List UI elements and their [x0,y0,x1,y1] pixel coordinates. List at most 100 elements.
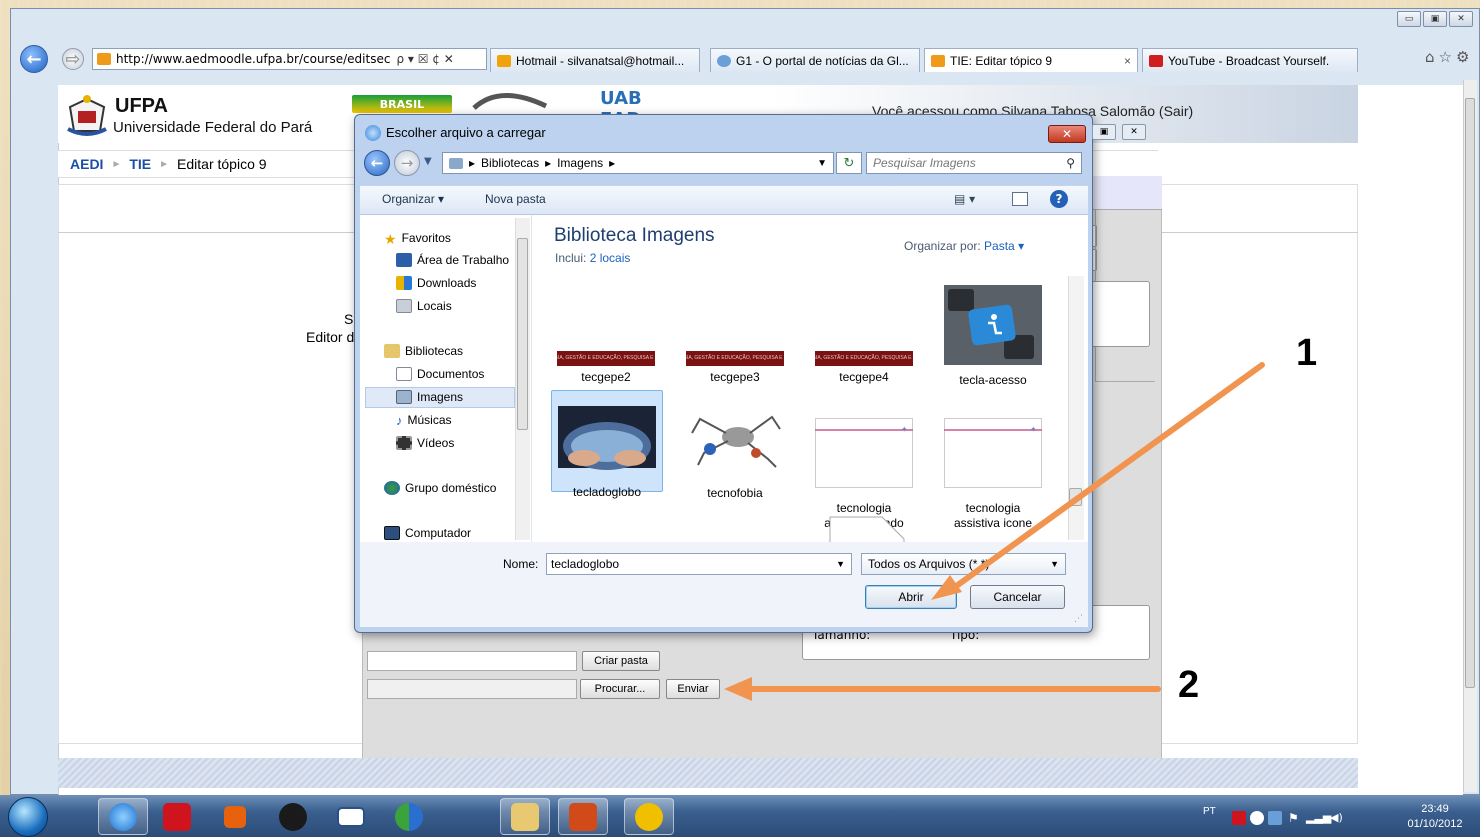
close-window-button[interactable]: ✕ [1449,11,1473,27]
desktop-icon [396,253,412,267]
new-folder-button[interactable]: Nova pasta [485,192,546,206]
folder-name-input[interactable] [367,651,577,671]
open-button[interactable]: Abrir [865,585,957,609]
path-dropdown-icon[interactable]: ▼ [817,158,827,169]
recent-locations-icon[interactable]: ▼ [424,156,432,167]
path-segment-images[interactable]: Imagens [557,156,603,170]
file-path-input[interactable] [367,679,577,699]
address-bar[interactable]: http://www.aedmoodle.ufpa.br/course/edit… [92,48,487,70]
breadcrumb-current: Editar tópico 9 [177,156,267,172]
nav-libraries[interactable]: Bibliotecas [384,344,463,358]
breadcrumb-aedi[interactable]: AEDI [70,156,103,172]
window-controls: ▭ ▣ ✕ [1397,11,1473,27]
dialog-path-bar[interactable]: ▸ Bibliotecas ▸ Imagens ▸ ▼ [442,152,834,174]
file-name-value: tecladoglobo [551,557,620,571]
maximize-button[interactable]: ▣ [1423,11,1447,27]
dialog-toolbar [360,185,1088,215]
taskbar-avira[interactable] [152,798,202,835]
breadcrumb-tie[interactable]: TIE [129,156,151,172]
view-options-icon[interactable]: ▤ ▾ [954,192,975,206]
nav-computer[interactable]: Computador [384,526,471,540]
dialog-back-button[interactable]: ← [364,150,390,176]
network-icon[interactable]: ▂▃▅ [1306,811,1331,825]
cancel-button[interactable]: Cancelar [970,585,1065,609]
nav-documents[interactable]: Documentos [396,367,484,381]
dialog-close-button[interactable]: ✕ [1048,125,1086,143]
dialog-search-input[interactable]: Pesquisar Imagens ⚲ [866,152,1082,174]
clock-date[interactable]: 01/10/2012 [1398,818,1472,830]
nav-images[interactable]: Imagens [396,390,463,404]
file-tecladoglobo[interactable]: tecladoglobo [551,390,663,499]
breadcrumb-separator-icon: ► [159,158,170,170]
nav-favorites[interactable]: ★ Favoritos [384,231,451,247]
taskbar-file-explorer[interactable] [500,798,550,835]
search-icon[interactable]: ⚲ [1066,156,1075,170]
breadcrumb-separator-icon: ► [111,158,122,170]
tab-label: G1 - O portal de notícias da Gl... [736,53,909,68]
file-tecgepe2[interactable]: TECNOLOGIA, GESTÃO E EDUCAÇÃO, PESQUISA … [550,351,662,385]
flag-icon[interactable]: ⚑ [1288,811,1302,825]
avira-tray-icon[interactable] [1232,811,1246,825]
path-segment-libraries[interactable]: Bibliotecas [481,156,539,170]
file-tecgepe4[interactable]: TECNOLOGIA, GESTÃO E EDUCAÇÃO, PESQUISA … [808,351,920,385]
taskbar-sw-app[interactable] [624,798,674,835]
browse-button[interactable]: Procurar... [580,679,660,699]
display-tray-icon[interactable] [1268,811,1282,825]
library-title: Biblioteca Imagens [554,225,715,246]
library-locations-link[interactable]: 2 locais [590,251,631,265]
volume-icon[interactable]: ◀) [1330,811,1344,825]
nav-videos[interactable]: Vídeos [396,436,454,450]
file-tecnologia-assistiva-icone[interactable]: ✦ tecnologia assistiva icone [937,398,1049,546]
taskbar-messenger[interactable] [384,798,434,835]
file-tecgepe3[interactable]: TECNOLOGIA, GESTÃO E EDUCAÇÃO, PESQUISA … [679,351,791,385]
refresh-icon[interactable]: ↻ [836,152,862,174]
taskbar-internet-explorer[interactable] [98,798,148,835]
downloads-icon [396,276,412,290]
taskbar-powerpoint[interactable] [558,798,608,835]
nav-places[interactable]: Locais [396,299,452,313]
nav-music[interactable]: ♪ Músicas [396,413,452,428]
browser-tools-icons[interactable]: ⌂☆⚙ [1425,48,1473,66]
dialog-forward-button[interactable]: → [394,150,420,176]
tab-close-icon[interactable]: × [1124,54,1131,68]
preview-pane-icon[interactable] [1012,192,1028,206]
file-tecnofobia[interactable]: tecnofobia [679,398,791,501]
tab-g1[interactable]: G1 - O portal de notícias da Gl... [710,48,920,72]
nav-desktop[interactable]: Área de Trabalho [396,253,509,267]
taskbar-mail[interactable] [326,798,376,835]
taskbar-hp[interactable] [268,798,318,835]
tab-tie[interactable]: TIE: Editar tópico 9 × [924,48,1138,72]
nav-downloads[interactable]: Downloads [396,276,476,290]
chevron-down-icon[interactable]: ▼ [836,559,845,569]
powerpoint-icon [569,802,597,831]
file-type-select[interactable]: Todos os Arquivos (*.*) ▼ [861,553,1066,575]
hp-tray-icon[interactable] [1250,811,1264,825]
create-folder-button[interactable]: Criar pasta [582,651,660,671]
minimize-button[interactable]: ▭ [1397,11,1421,27]
resize-grip-icon[interactable]: ⋰ [1074,614,1086,626]
file-name-input[interactable]: tecladoglobo ▼ [546,553,852,575]
start-button[interactable] [8,797,48,837]
page-scrollbar-thumb[interactable] [1465,98,1475,688]
banner-thumbnail: TECNOLOGIA, GESTÃO E EDUCAÇÃO, PESQUISA … [686,351,784,366]
address-tools-icon[interactable]: ρ ▾ ☒ ¢ ✕ [396,52,453,66]
send-button[interactable]: Enviar [666,679,720,699]
taskbar-media-player[interactable] [210,798,260,835]
files-scrollbar-thumb[interactable] [1069,488,1082,506]
tab-youtube[interactable]: YouTube - Broadcast Yourself. [1142,48,1358,72]
language-indicator[interactable]: PT [1203,806,1216,817]
nav-scrollbar-thumb[interactable] [517,238,528,430]
ufpa-logo-text: UFPA [115,95,168,117]
clock-time[interactable]: 23:49 [1412,803,1458,815]
annotation-number-2: 2 [1178,664,1200,706]
help-icon[interactable]: ? [1050,190,1068,208]
file-tecla-acesso[interactable]: tecla-acesso [937,285,1049,388]
library-includes: Inclui: 2 locais [555,251,631,265]
tab-hotmail[interactable]: Hotmail - silvanatsal@hotmail... [490,48,700,72]
nav-homegroup[interactable]: Grupo doméstico [384,481,496,495]
file-name: tecgepe4 [839,370,889,384]
organize-menu[interactable]: Organizar ▾ [382,192,444,206]
sort-by-dropdown[interactable]: Pasta ▾ [984,239,1024,253]
back-button[interactable]: ← [20,45,48,73]
file-name: tecladoglobo [572,485,642,499]
